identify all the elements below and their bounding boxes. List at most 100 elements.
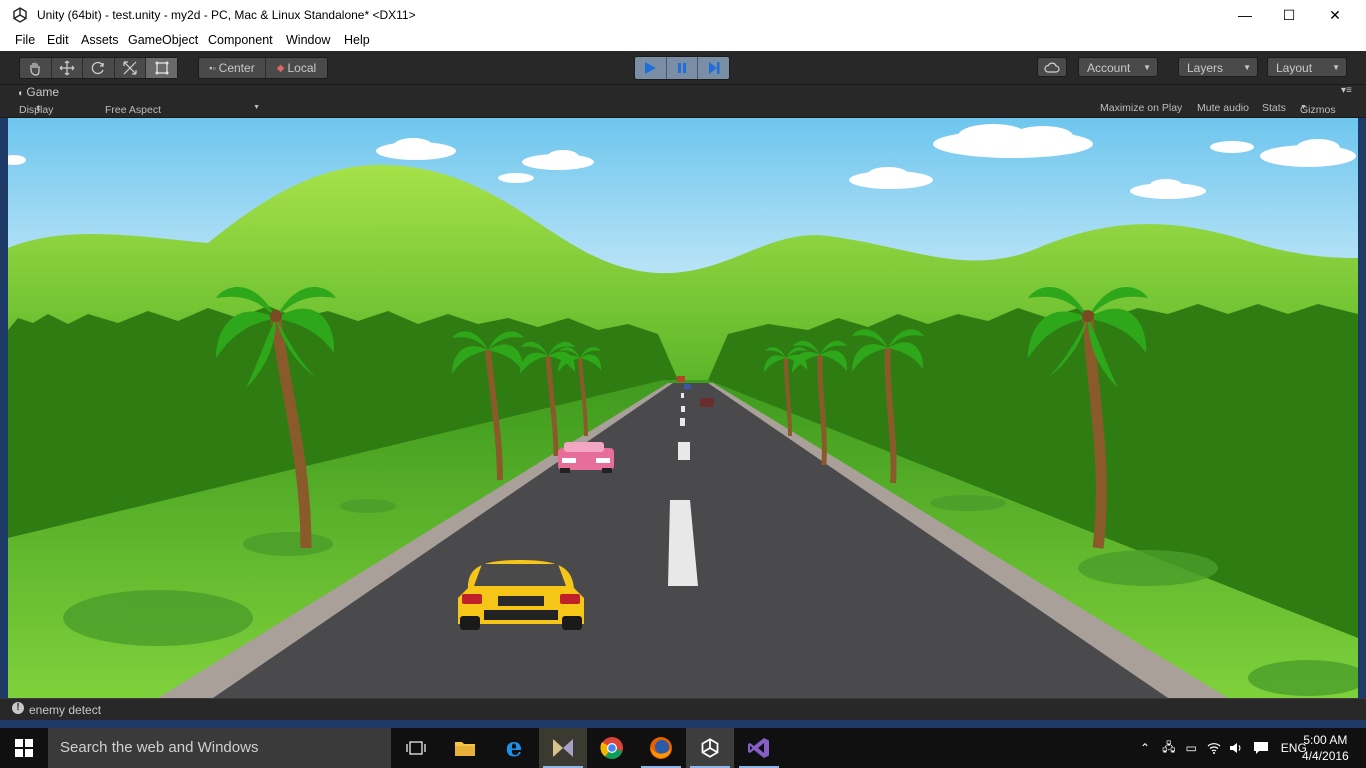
- pause-button[interactable]: [667, 57, 699, 79]
- battery-icon[interactable]: ▭: [1185, 741, 1196, 755]
- pivot-icon: ▪▫: [209, 63, 216, 73]
- edge-button[interactable]: e: [490, 728, 538, 768]
- maximize-on-play-toggle[interactable]: Maximize on Play: [1100, 102, 1182, 114]
- status-message: enemy detect: [29, 703, 102, 717]
- rect-icon: [155, 61, 169, 75]
- hand-icon: [30, 62, 40, 76]
- game-tab-header: ◖ Game ▾≡: [0, 85, 1366, 100]
- stepper-icon: ⬍: [35, 104, 42, 113]
- move-icon: [59, 60, 75, 76]
- wifi-icon[interactable]: [1207, 742, 1221, 754]
- move-tool-button[interactable]: [52, 58, 84, 78]
- folder-icon: [455, 742, 475, 756]
- mute-audio-toggle[interactable]: Mute audio: [1197, 102, 1249, 114]
- pause-icon: [678, 63, 686, 73]
- file-explorer-button[interactable]: [441, 728, 489, 768]
- caret-down-icon: ▼: [253, 104, 260, 111]
- task-view-icon: [406, 741, 426, 755]
- window-border-bottom: [0, 720, 1366, 728]
- caret-down-icon: ▼: [1300, 104, 1307, 111]
- network-adapter-icon[interactable]: 🖧: [1162, 738, 1175, 759]
- scale-tool-button[interactable]: [115, 58, 147, 78]
- taskbar-search[interactable]: Search the web and Windows: [48, 728, 391, 768]
- window-border-right: [1358, 118, 1366, 698]
- visual-studio-icon: [748, 738, 769, 758]
- caret-down-icon: ▼: [1332, 63, 1340, 72]
- maximize-button[interactable]: ☐: [1266, 0, 1312, 30]
- tray-chevron-up-icon[interactable]: ⌃: [1140, 741, 1150, 755]
- edge-icon: e: [505, 733, 523, 763]
- window-title: Unity (64bit) - test.unity - my2d - PC, …: [37, 8, 416, 22]
- cloud-button[interactable]: [1037, 57, 1067, 77]
- pivot-center-toggle[interactable]: ▪▫ Center: [199, 58, 266, 78]
- tab-game[interactable]: ◖ Game: [17, 85, 59, 100]
- menu-gameobject[interactable]: GameObject: [128, 33, 198, 47]
- enemy-car-brown: [700, 398, 714, 407]
- action-center-icon[interactable]: [1253, 741, 1269, 755]
- chrome-button[interactable]: [588, 728, 636, 768]
- game-tab-icon: ◖: [17, 88, 24, 99]
- minimize-icon: —: [1238, 7, 1252, 23]
- rotate-tool-button[interactable]: [83, 58, 115, 78]
- caret-down-icon: ▼: [1143, 63, 1151, 72]
- clock[interactable]: 5:00 AM 4/4/2016: [1302, 728, 1349, 768]
- tab-menu-icon[interactable]: ▾≡: [1341, 85, 1352, 96]
- minimize-button[interactable]: —: [1222, 0, 1268, 30]
- rect-tool-button[interactable]: [146, 58, 177, 78]
- start-button[interactable]: [0, 728, 48, 768]
- menu-window[interactable]: Window: [286, 33, 330, 47]
- pivot-local-toggle[interactable]: ◆ Local: [266, 58, 327, 78]
- info-icon: !: [12, 702, 24, 714]
- firefox-icon: [650, 737, 672, 759]
- firefox-button[interactable]: [637, 728, 685, 768]
- unity-icon: [701, 738, 719, 758]
- player-car-yellow: [458, 560, 584, 630]
- main-toolbar: ▪▫ Center ◆ Local Account ▼ Layers ▼ Layout ▼: [0, 51, 1366, 85]
- game-scene: [8, 118, 1358, 698]
- play-icon: [645, 62, 657, 74]
- clock-time: 5:00 AM: [1303, 733, 1348, 747]
- cube-icon: ◆: [276, 62, 285, 74]
- clock-date: 4/4/2016: [1302, 749, 1349, 763]
- step-button[interactable]: [698, 57, 729, 79]
- stats-toggle[interactable]: Stats: [1262, 102, 1286, 114]
- transform-tools: [19, 57, 178, 79]
- hand-tool-button[interactable]: [20, 58, 52, 78]
- menu-edit[interactable]: Edit: [47, 33, 69, 47]
- unity-button[interactable]: [686, 728, 734, 768]
- account-dropdown[interactable]: Account ▼: [1078, 57, 1158, 77]
- cloud-icon: [1044, 62, 1060, 73]
- menu-file[interactable]: File: [15, 33, 35, 47]
- distant-car: [677, 376, 685, 382]
- menu-assets[interactable]: Assets: [81, 33, 119, 47]
- game-view-toolbar: Display 1 ⬍ Free Aspect▼ Maximize on Pla…: [0, 100, 1366, 128]
- windows-logo-icon: [15, 739, 33, 757]
- menu-component[interactable]: Component: [208, 33, 273, 47]
- close-icon: ✕: [1329, 6, 1341, 23]
- game-viewport[interactable]: [8, 118, 1358, 698]
- scale-icon: [123, 61, 137, 75]
- play-button[interactable]: [635, 57, 667, 79]
- window-titlebar: Unity (64bit) - test.unity - my2d - PC, …: [0, 0, 1366, 30]
- rotate-icon: [92, 61, 105, 75]
- monodevelop-button[interactable]: [539, 728, 587, 768]
- console-status-bar[interactable]: ! enemy detect: [0, 698, 1366, 721]
- visual-studio-button[interactable]: [735, 728, 783, 768]
- pivot-toggles: ▪▫ Center ◆ Local: [198, 57, 328, 79]
- step-icon: [708, 62, 720, 74]
- monodevelop-icon: [553, 739, 573, 757]
- caret-down-icon: ▼: [1243, 63, 1251, 72]
- playback-controls: [634, 56, 730, 80]
- layers-dropdown[interactable]: Layers ▼: [1178, 57, 1258, 77]
- volume-icon[interactable]: [1229, 742, 1243, 754]
- layout-dropdown[interactable]: Layout ▼: [1267, 57, 1347, 77]
- menu-help[interactable]: Help: [344, 33, 370, 47]
- distant-car: [684, 384, 691, 389]
- task-view-button[interactable]: [392, 728, 440, 768]
- unity-logo-icon: [13, 7, 27, 23]
- menu-bar: File Edit Assets GameObject Component Wi…: [0, 30, 1366, 51]
- maximize-icon: ☐: [1282, 6, 1296, 23]
- system-tray: ⌃ 🖧 ▭ ENG: [1140, 728, 1327, 768]
- close-button[interactable]: ✕: [1312, 0, 1358, 30]
- windows-taskbar: Search the web and Windows e ⌃ 🖧 ▭ ENG 5…: [0, 728, 1366, 768]
